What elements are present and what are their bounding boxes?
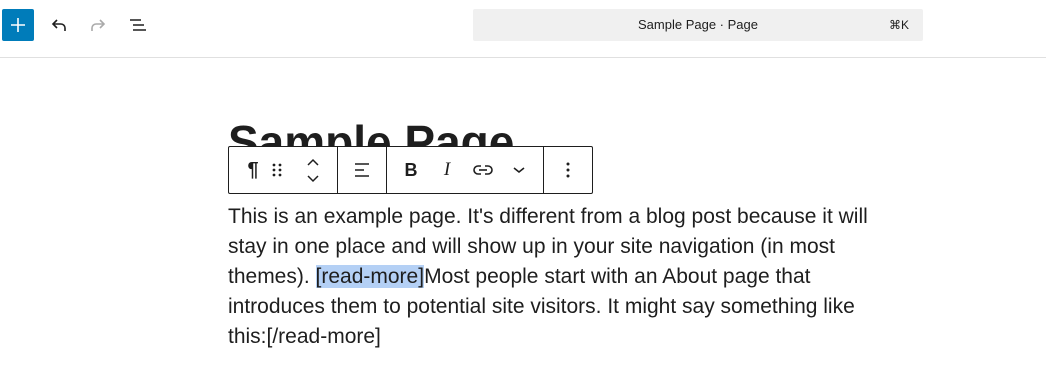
- toolbar-divider: [386, 147, 387, 193]
- keyboard-shortcut: ⌘K: [888, 18, 909, 32]
- bold-icon: B: [404, 159, 418, 180]
- undo-button[interactable]: [43, 9, 75, 41]
- block-toolbar: ¶ B I: [228, 146, 593, 194]
- link-button[interactable]: [467, 154, 499, 186]
- align-icon: [355, 163, 369, 177]
- toolbar-divider: [337, 147, 338, 193]
- drag-handle-button[interactable]: [267, 154, 287, 186]
- selected-text: [read-more]: [315, 265, 425, 288]
- italic-button[interactable]: I: [431, 154, 463, 186]
- list-view-button[interactable]: [122, 9, 154, 41]
- redo-button[interactable]: [82, 9, 114, 41]
- undo-icon: [51, 19, 66, 31]
- align-button[interactable]: [346, 154, 378, 186]
- more-formats-button[interactable]: [503, 154, 535, 186]
- document-title: Sample Page · Page: [638, 17, 758, 32]
- add-block-button[interactable]: [2, 9, 34, 41]
- move-down-button[interactable]: [301, 170, 325, 188]
- block-options-button[interactable]: [552, 154, 584, 186]
- move-up-button[interactable]: [301, 153, 325, 171]
- move-up-icon: [307, 158, 319, 166]
- drag-handle-icon: [272, 163, 282, 177]
- redo-icon: [91, 19, 106, 31]
- editor-header: Sample Page · Page ⌘K: [0, 0, 1046, 58]
- move-down-icon: [307, 175, 319, 183]
- command-palette-button[interactable]: Sample Page · Page ⌘K: [473, 9, 923, 41]
- paragraph-block[interactable]: This is an example page. It's different …: [228, 202, 888, 352]
- options-icon: [566, 162, 570, 178]
- bold-button[interactable]: B: [395, 154, 427, 186]
- plus-icon: [11, 18, 25, 32]
- link-icon: [473, 165, 493, 175]
- block-type-button[interactable]: ¶: [237, 154, 269, 186]
- italic-icon: I: [443, 159, 451, 180]
- paragraph-icon: ¶: [247, 158, 259, 181]
- more-formats-icon: [513, 167, 525, 174]
- toolbar-divider: [543, 147, 544, 193]
- list-view-icon: [130, 19, 146, 31]
